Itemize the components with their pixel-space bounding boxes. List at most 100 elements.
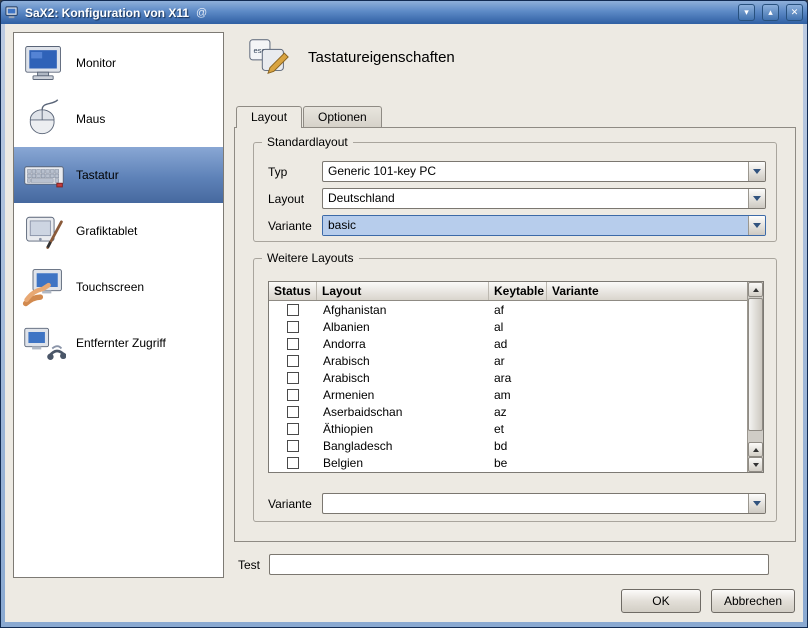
- scroll-up-button-bottom[interactable]: [748, 442, 763, 457]
- variante-field-row: Variante basic: [268, 215, 766, 236]
- test-field-row: Test: [238, 554, 769, 575]
- window-frame: Monitor Maus: [1, 24, 807, 627]
- layout-cell: Afghanistan: [317, 303, 489, 317]
- page-header: esc Tastatureigenschaften: [246, 34, 455, 80]
- keytable-cell: af: [489, 303, 547, 317]
- column-header-keytable[interactable]: Keytable: [489, 282, 547, 300]
- tab-optionen[interactable]: Optionen: [303, 106, 382, 127]
- sidebar-item-touchscreen[interactable]: Touchscreen: [14, 259, 223, 315]
- keytable-cell: be: [489, 456, 547, 470]
- sidebar-item-maus[interactable]: Maus: [14, 91, 223, 147]
- variante-combobox[interactable]: basic: [322, 215, 766, 236]
- table-row[interactable]: Arabisch ar: [269, 352, 747, 369]
- tab-bar: Layout Optionen: [236, 106, 383, 128]
- window: SaX2: Konfiguration von X11 @ ▾ ▴ ✕: [0, 0, 808, 628]
- keyboard-icon: [22, 153, 66, 197]
- chevron-down-icon: [753, 169, 761, 174]
- weitere-variante-combobox[interactable]: [322, 493, 766, 514]
- status-checkbox[interactable]: [287, 304, 299, 316]
- ok-button[interactable]: OK: [621, 589, 701, 613]
- cancel-button[interactable]: Abbrechen: [711, 589, 795, 613]
- column-header-variante[interactable]: Variante: [547, 282, 747, 300]
- page-title: Tastatureigenschaften: [308, 49, 455, 66]
- scrollbar-thumb[interactable]: [748, 298, 763, 431]
- variante-dropdown-button[interactable]: [748, 216, 765, 235]
- keytable-cell: ara: [489, 371, 547, 385]
- sidebar: Monitor Maus: [13, 32, 224, 578]
- layout-cell: Andorra: [317, 337, 489, 351]
- status-checkbox[interactable]: [287, 440, 299, 452]
- status-checkbox[interactable]: [287, 457, 299, 469]
- table-body: Afghanistan af Albanien al: [269, 301, 747, 472]
- status-checkbox[interactable]: [287, 338, 299, 350]
- status-cell: [269, 338, 317, 350]
- sidebar-item-label: Tastatur: [76, 168, 119, 182]
- titlebar[interactable]: SaX2: Konfiguration von X11 @ ▾ ▴ ✕: [1, 1, 807, 24]
- chevron-down-icon: [753, 223, 761, 228]
- close-button[interactable]: ✕: [786, 4, 803, 21]
- sidebar-item-entfernter-zugriff[interactable]: Entfernter Zugriff: [14, 315, 223, 371]
- sidebar-item-monitor[interactable]: Monitor: [14, 35, 223, 91]
- table-row[interactable]: Äthiopien et: [269, 420, 747, 437]
- scrollbar-track[interactable]: [748, 297, 763, 442]
- weitere-variante-dropdown-button[interactable]: [748, 494, 765, 513]
- standardlayout-group: Standardlayout Typ Generic 101-key PC La…: [253, 142, 777, 242]
- table-row[interactable]: Belgien be: [269, 454, 747, 471]
- sidebar-item-label: Touchscreen: [76, 280, 144, 294]
- minimize-button[interactable]: ▾: [738, 4, 755, 21]
- typ-combobox[interactable]: Generic 101-key PC: [322, 161, 766, 182]
- sax-emblem-icon: @: [194, 7, 731, 19]
- keytable-cell: bd: [489, 439, 547, 453]
- standardlayout-legend: Standardlayout: [262, 135, 353, 149]
- maximize-button[interactable]: ▴: [762, 4, 779, 21]
- keytable-cell: ad: [489, 337, 547, 351]
- column-header-status[interactable]: Status: [269, 282, 317, 300]
- table-row[interactable]: Bangladesch bd: [269, 437, 747, 454]
- table-row[interactable]: Arabisch ara: [269, 369, 747, 386]
- triangle-up-icon: [753, 448, 759, 452]
- typ-dropdown-button[interactable]: [748, 162, 765, 181]
- status-checkbox[interactable]: [287, 372, 299, 384]
- scroll-down-button[interactable]: [748, 457, 763, 472]
- status-checkbox[interactable]: [287, 355, 299, 367]
- content-area: Monitor Maus: [5, 24, 803, 622]
- weitere-variante-value: [323, 494, 748, 513]
- keytable-cell: az: [489, 405, 547, 419]
- layout-value: Deutschland: [323, 189, 748, 208]
- status-checkbox[interactable]: [287, 321, 299, 333]
- table-row[interactable]: Afghanistan af: [269, 301, 747, 318]
- test-label: Test: [238, 558, 269, 572]
- status-checkbox[interactable]: [287, 423, 299, 435]
- chevron-down-icon: [753, 501, 761, 506]
- status-checkbox[interactable]: [287, 389, 299, 401]
- keytable-cell: al: [489, 320, 547, 334]
- sidebar-item-label: Entfernter Zugriff: [76, 336, 166, 350]
- table-row[interactable]: Armenien am: [269, 386, 747, 403]
- table-row[interactable]: Albanien al: [269, 318, 747, 335]
- typ-value: Generic 101-key PC: [323, 162, 748, 181]
- column-header-layout[interactable]: Layout: [317, 282, 489, 300]
- status-cell: [269, 321, 317, 333]
- layout-dropdown-button[interactable]: [748, 189, 765, 208]
- typ-label: Typ: [268, 165, 322, 179]
- status-cell: [269, 355, 317, 367]
- table-row[interactable]: Aserbaidschan az: [269, 403, 747, 420]
- vertical-scrollbar[interactable]: [747, 282, 763, 472]
- weitere-variante-row: Variante: [268, 493, 766, 514]
- layout-cell: Aserbaidschan: [317, 405, 489, 419]
- status-cell: [269, 440, 317, 452]
- layout-label: Layout: [268, 192, 322, 206]
- sidebar-item-tastatur[interactable]: Tastatur: [14, 147, 223, 203]
- weitere-variante-label: Variante: [268, 497, 322, 511]
- status-checkbox[interactable]: [287, 406, 299, 418]
- keytable-cell: et: [489, 422, 547, 436]
- sidebar-item-grafiktablet[interactable]: Grafiktablet: [14, 203, 223, 259]
- keytable-cell: am: [489, 388, 547, 402]
- tab-layout[interactable]: Layout: [236, 106, 302, 128]
- scroll-up-button[interactable]: [748, 282, 763, 297]
- table-row[interactable]: Andorra ad: [269, 335, 747, 352]
- keytable-cell: ar: [489, 354, 547, 368]
- test-input[interactable]: [269, 554, 769, 575]
- touchscreen-icon: [22, 265, 66, 309]
- layout-combobox[interactable]: Deutschland: [322, 188, 766, 209]
